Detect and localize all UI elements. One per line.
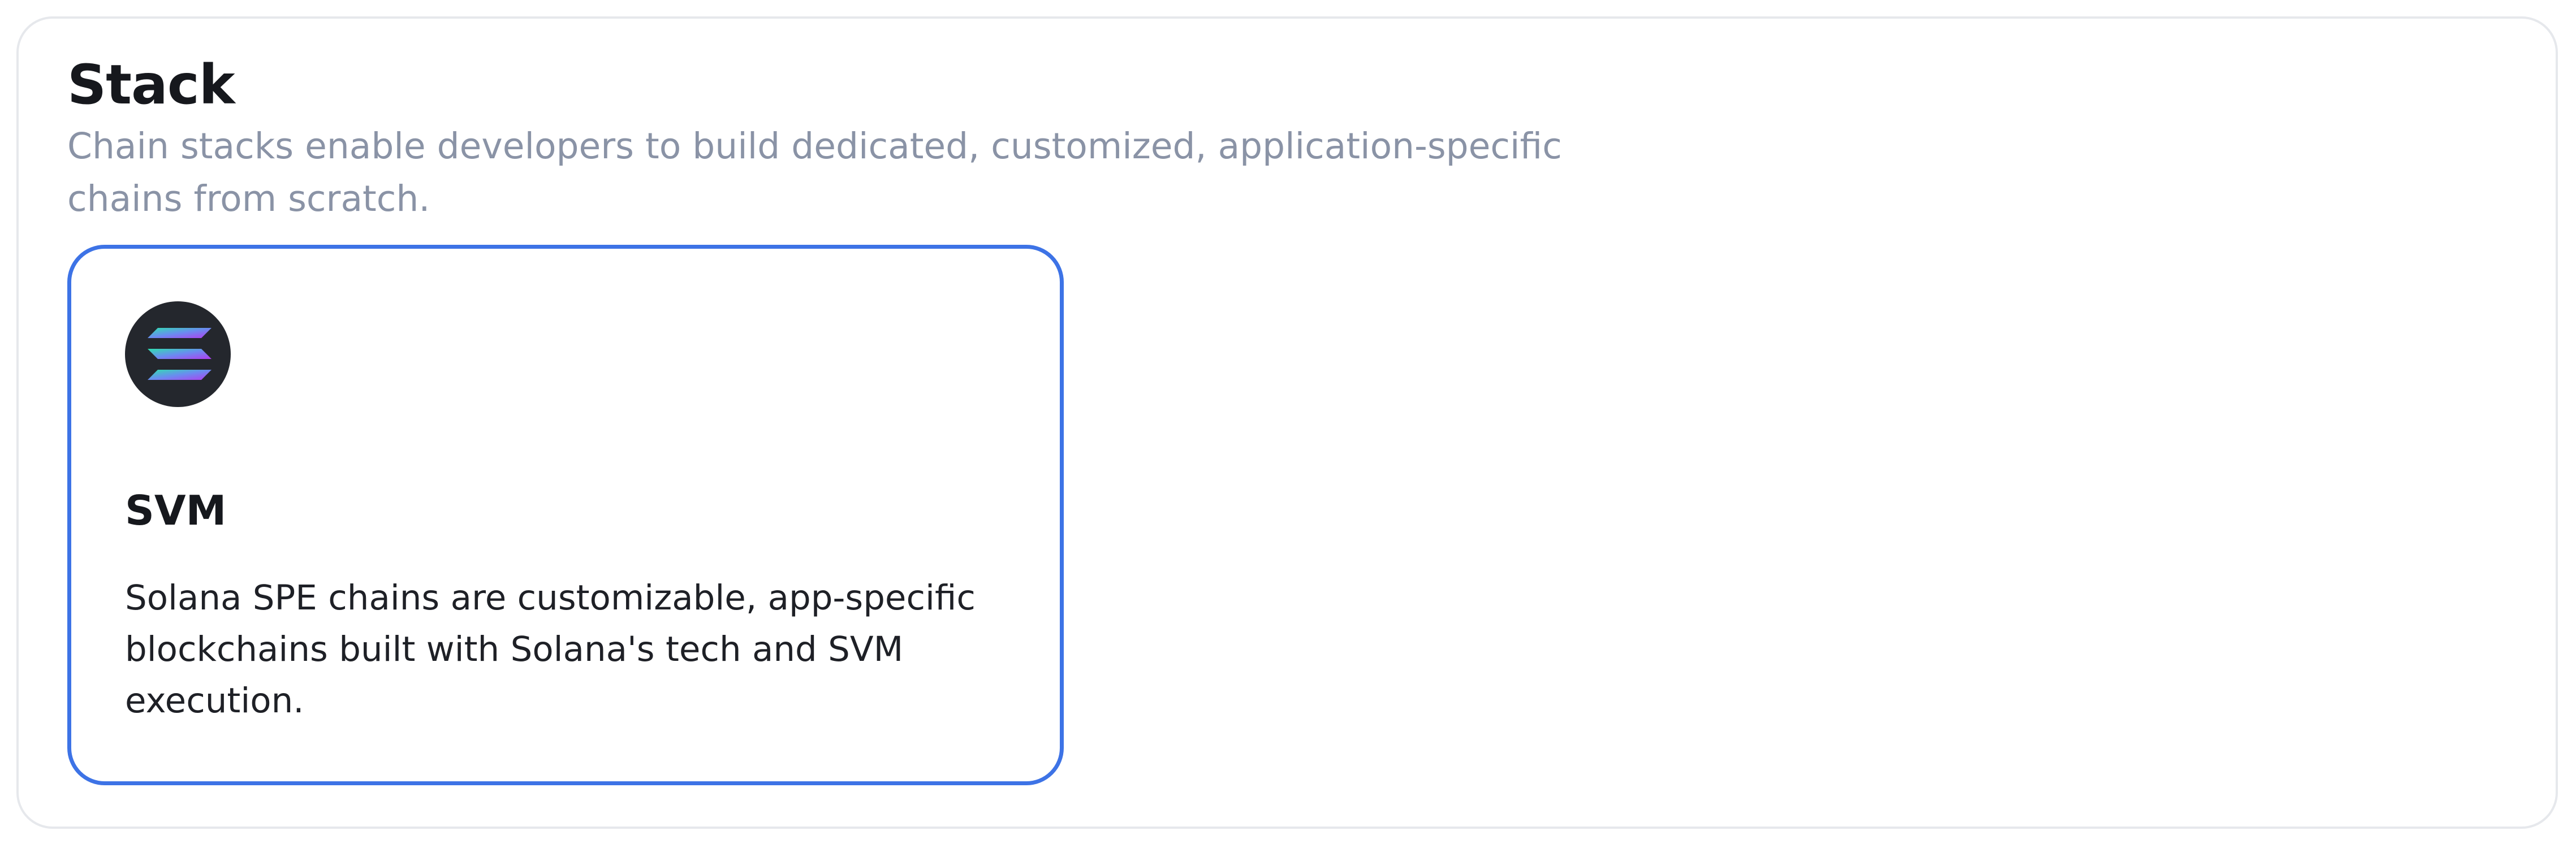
solana-logo-icon [125, 301, 231, 407]
stack-card-title: SVM [125, 487, 227, 534]
section-title: Stack [67, 53, 235, 116]
section-description: Chain stacks enable developers to build … [67, 126, 1562, 219]
stack-card-description: Solana SPE chains are customizable, app-… [125, 578, 976, 721]
